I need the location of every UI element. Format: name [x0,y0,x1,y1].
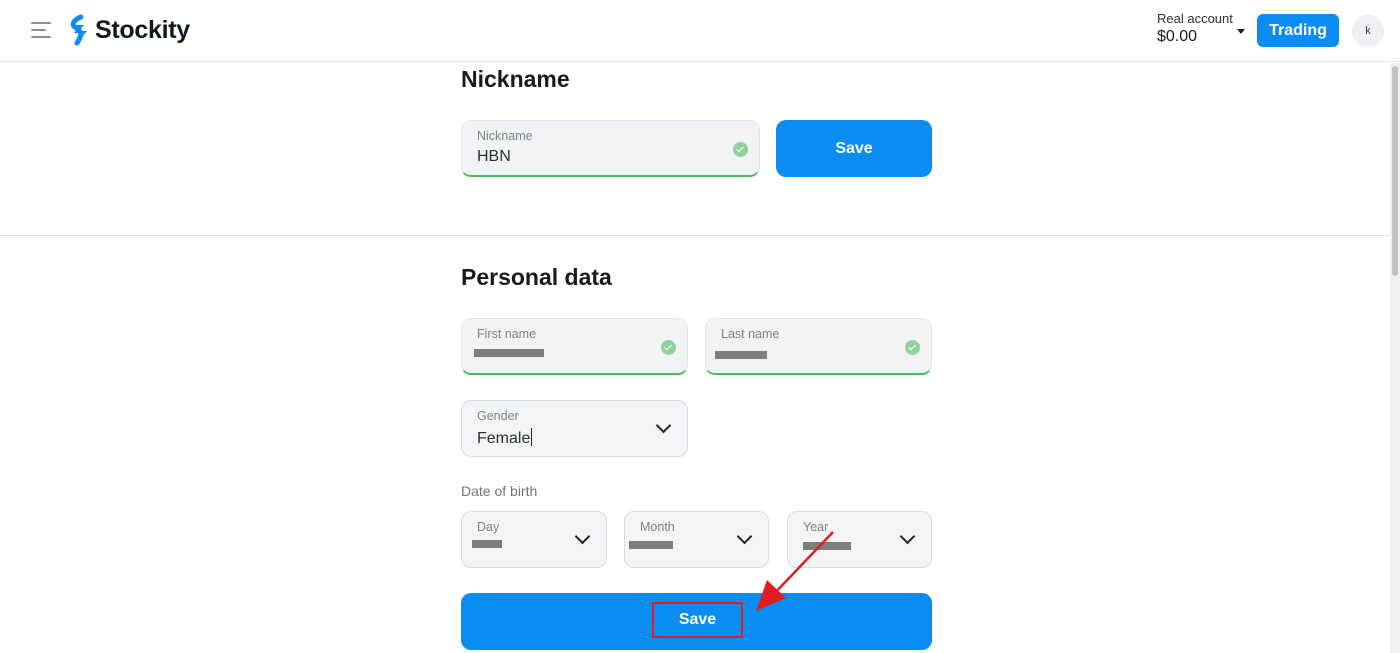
hamburger-menu-icon[interactable] [31,22,51,40]
redacted-last-name [715,351,767,359]
redacted-first-name [474,349,544,357]
gender-select-value: Female [477,428,533,448]
personal-data-section-title: Personal data [461,264,612,290]
stockity-logo-icon [70,14,87,46]
caret-down-icon[interactable] [1237,29,1245,34]
top-bar: Stockity Real account $0.00 Trading k [0,0,1400,62]
day-select-label: Day [477,520,500,534]
account-switcher[interactable]: Real account $0.00 [1157,11,1233,46]
gender-select-label: Gender [477,409,519,423]
account-balance: $0.00 [1157,28,1198,45]
redacted-year [803,542,851,550]
gender-value-text: Female [477,430,531,447]
nickname-field-label: Nickname [477,129,533,143]
valid-check-icon [661,340,676,355]
month-select-label: Month [640,520,675,534]
redacted-day [472,540,502,548]
chevron-down-icon [574,528,591,545]
text-cursor [531,428,533,446]
month-select[interactable]: Month [624,511,769,568]
save-nickname-button[interactable]: Save [776,120,932,177]
valid-check-icon [733,142,748,157]
redacted-month [629,541,673,549]
year-select[interactable]: Year [787,511,932,568]
save-personal-data-label[interactable]: Save [652,602,743,638]
gender-select[interactable]: Gender Female [461,400,688,457]
year-select-label: Year [803,520,829,534]
last-name-field-label: Last name [721,327,780,341]
chevron-down-icon [655,417,672,434]
first-name-field[interactable]: First name [461,318,688,375]
nickname-field-value: HBN [477,148,511,165]
section-divider [0,235,1390,236]
brand-logo[interactable]: Stockity [68,14,190,46]
avatar[interactable]: k [1352,15,1384,47]
last-name-field[interactable]: Last name [705,318,932,375]
scrollbar-thumb[interactable] [1392,66,1398,276]
valid-check-icon [905,340,920,355]
account-type-label: Real account [1157,11,1233,26]
nickname-field[interactable]: Nickname HBN [461,120,760,177]
chevron-down-icon [736,528,753,545]
date-of-birth-label: Date of birth [461,483,538,499]
day-select[interactable]: Day [461,511,607,568]
brand-name: Stockity [95,15,190,44]
first-name-field-label: First name [477,327,537,341]
nickname-section-title: Nickname [461,66,570,92]
chevron-down-icon [899,528,916,545]
trading-button[interactable]: Trading [1257,14,1339,47]
